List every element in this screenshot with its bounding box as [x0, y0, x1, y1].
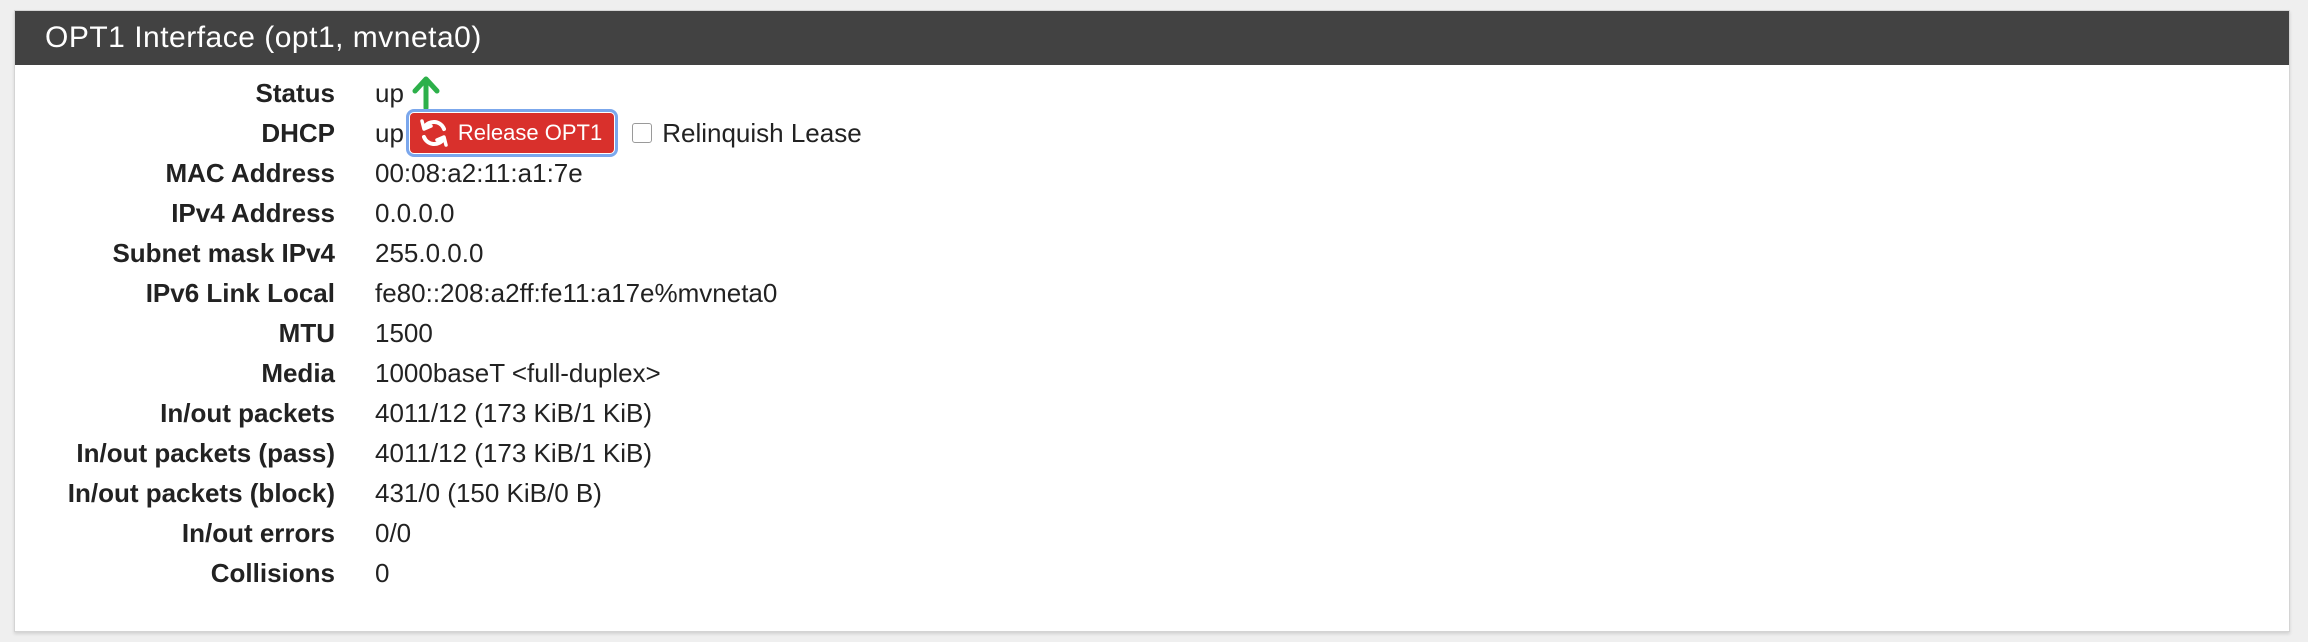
- relinquish-lease-checkbox[interactable]: [632, 123, 653, 143]
- panel-title: OPT1 Interface (opt1, mvneta0): [15, 11, 2289, 65]
- dhcp-value-cell: up Release OPT1 Relinquish Lease: [375, 109, 862, 157]
- row-inout-packets: In/out packets 4011/12 (173 KiB/1 KiB): [15, 393, 2289, 433]
- relinquish-lease-label: Relinquish Lease: [662, 117, 862, 148]
- interface-details: Status up DHCP up Release OPT1 Relinquis…: [15, 65, 2289, 593]
- relinquish-lease-option[interactable]: Relinquish Lease: [632, 117, 862, 149]
- ipv4-address-value: 0.0.0.0: [375, 197, 455, 228]
- ipv4-address-label: IPv4 Address: [171, 197, 335, 228]
- mac-address-value: 00:08:a2:11:a1:7e: [375, 157, 583, 188]
- arrow-up-icon: [410, 76, 442, 111]
- mac-address-label: MAC Address: [165, 157, 335, 188]
- row-mtu: MTU 1500: [15, 313, 2289, 353]
- inout-packets-pass-label: In/out packets (pass): [76, 437, 335, 468]
- interface-panel: OPT1 Interface (opt1, mvneta0) Status up…: [14, 10, 2290, 632]
- row-mac-address: MAC Address 00:08:a2:11:a1:7e: [15, 153, 2289, 193]
- release-opt1-button[interactable]: Release OPT1: [405, 109, 619, 157]
- collisions-value: 0: [375, 557, 390, 588]
- status-value-cell: up: [375, 76, 442, 111]
- inout-packets-value: 4011/12 (173 KiB/1 KiB): [375, 397, 653, 428]
- inout-errors-value: 0/0: [375, 517, 412, 548]
- dhcp-value: up: [375, 117, 404, 148]
- row-status: Status up: [15, 73, 2289, 113]
- row-media: Media 1000baseT <full-duplex>: [15, 353, 2289, 393]
- refresh-icon: [420, 119, 448, 147]
- subnet-mask-label: Subnet mask IPv4: [112, 237, 335, 268]
- inout-packets-block-value: 431/0 (150 KiB/0 B): [375, 477, 602, 508]
- row-inout-packets-block: In/out packets (block) 431/0 (150 KiB/0 …: [15, 473, 2289, 513]
- inout-packets-pass-value: 4011/12 (173 KiB/1 KiB): [375, 437, 653, 468]
- subnet-mask-value: 255.0.0.0: [375, 237, 484, 268]
- media-value: 1000baseT <full-duplex>: [375, 357, 661, 388]
- row-ipv4-address: IPv4 Address 0.0.0.0: [15, 193, 2289, 233]
- ipv6-link-local-label: IPv6 Link Local: [145, 277, 335, 308]
- row-ipv6-link-local: IPv6 Link Local fe80::208:a2ff:fe11:a17e…: [15, 273, 2289, 313]
- row-dhcp: DHCP up Release OPT1 Relinquish Lease: [15, 109, 2289, 157]
- row-collisions: Collisions 0: [15, 553, 2289, 593]
- dhcp-label: DHCP: [261, 117, 335, 148]
- row-inout-packets-pass: In/out packets (pass) 4011/12 (173 KiB/1…: [15, 433, 2289, 473]
- mtu-value: 1500: [375, 317, 433, 348]
- ipv6-link-local-value: fe80::208:a2ff:fe11:a17e%mvneta0: [375, 277, 778, 308]
- media-label: Media: [261, 357, 335, 388]
- status-label: Status: [255, 77, 335, 108]
- release-opt1-label: Release OPT1: [457, 120, 603, 145]
- inout-packets-block-label: In/out packets (block): [67, 477, 335, 508]
- mtu-label: MTU: [278, 317, 335, 348]
- inout-packets-label: In/out packets: [160, 397, 335, 428]
- status-value: up: [375, 77, 404, 108]
- collisions-label: Collisions: [210, 557, 335, 588]
- inout-errors-label: In/out errors: [181, 517, 335, 548]
- row-subnet-mask: Subnet mask IPv4 255.0.0.0: [15, 233, 2289, 273]
- row-inout-errors: In/out errors 0/0: [15, 513, 2289, 553]
